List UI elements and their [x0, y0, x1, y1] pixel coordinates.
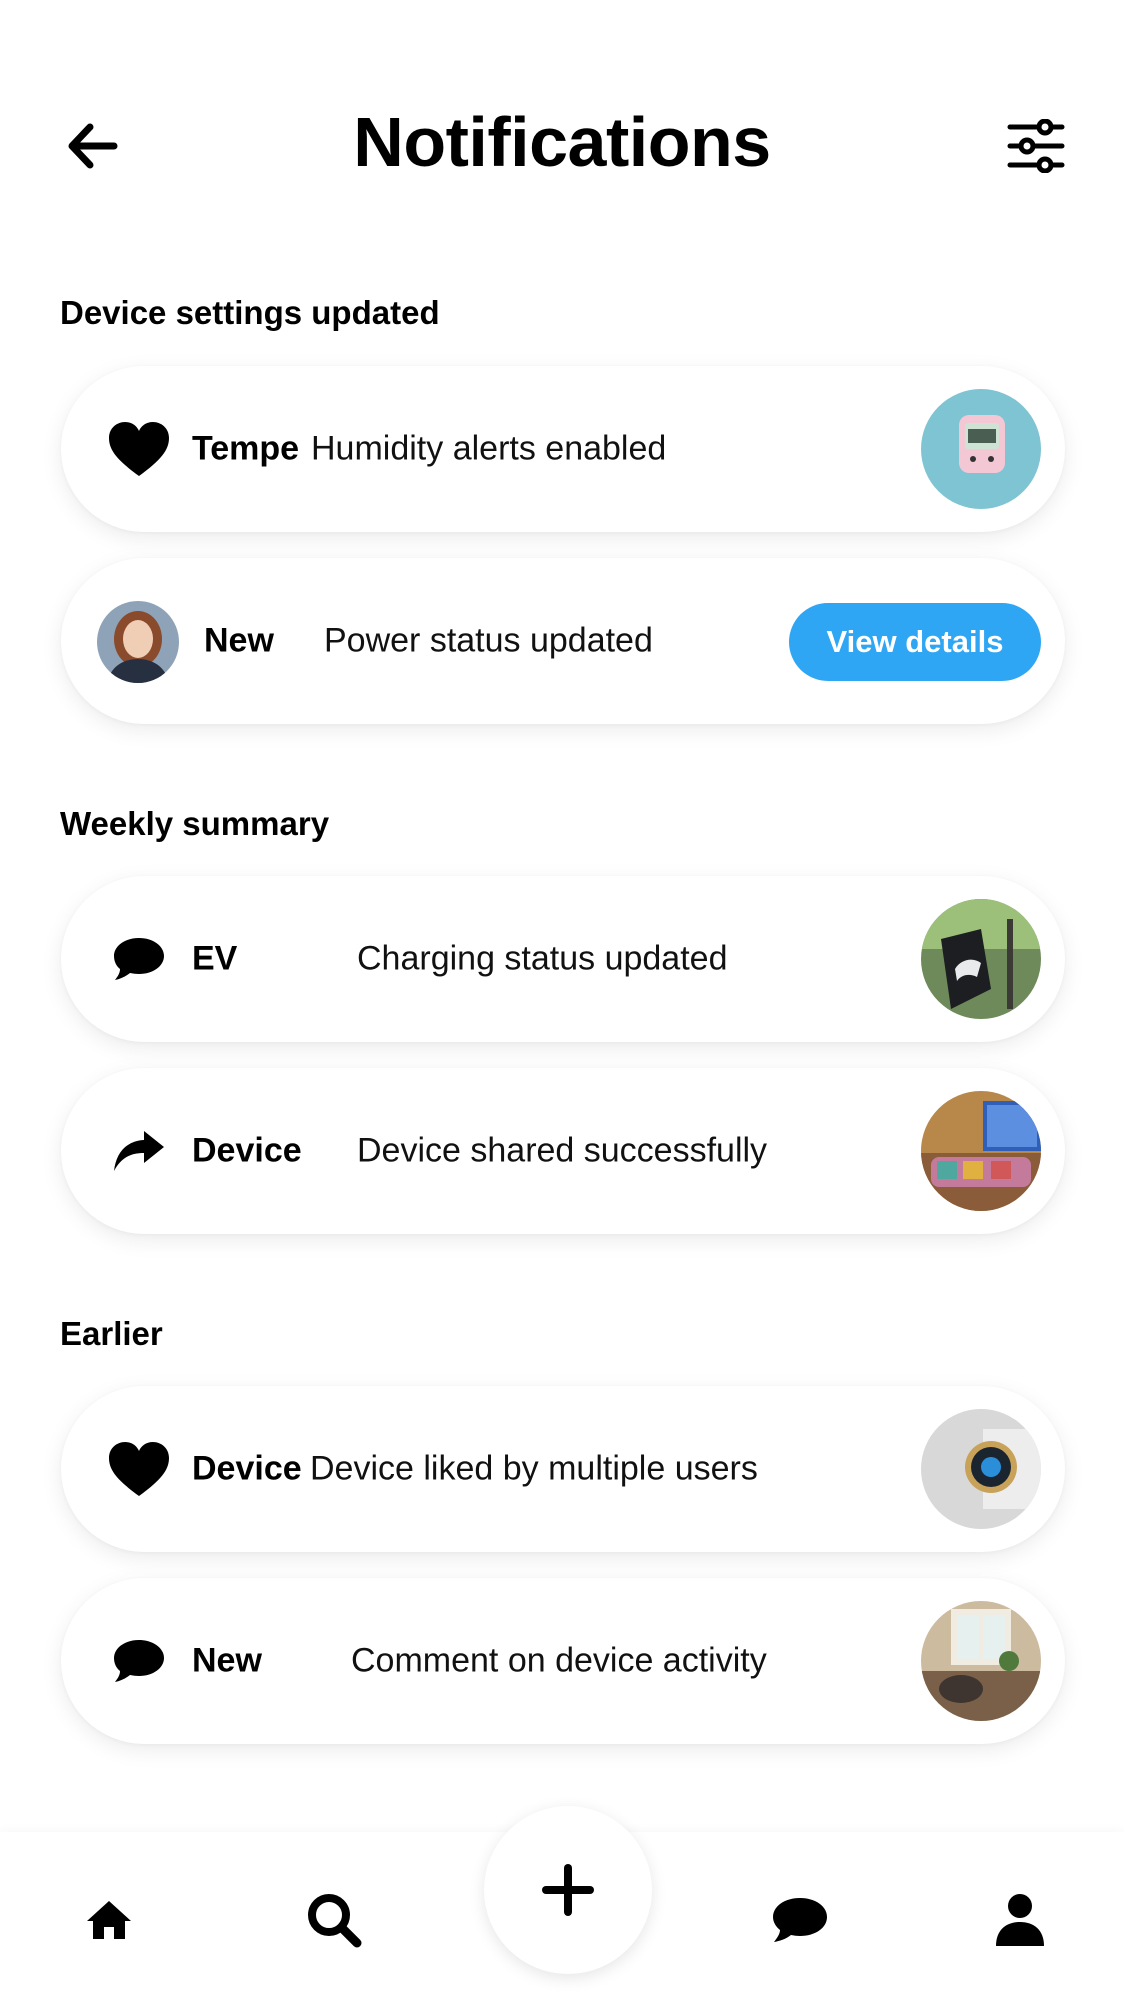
notification-card[interactable]: New Comment on device activity: [61, 1578, 1065, 1744]
sliders-icon: [1007, 119, 1065, 173]
nav-profile-button[interactable]: [984, 1884, 1056, 1956]
ev-charger-photo: [921, 899, 1041, 1019]
share-arrow-icon: [105, 1117, 173, 1185]
heart-icon: [105, 415, 173, 483]
notification-name: Device: [192, 1131, 302, 1170]
home-icon: [87, 1901, 131, 1939]
nav-messages-button[interactable]: [764, 1884, 836, 1956]
user-avatar-photo: [97, 601, 179, 683]
notification-card[interactable]: New Power status updated View details: [61, 558, 1065, 724]
nav-home-button[interactable]: [73, 1884, 145, 1956]
heart-icon: [105, 1435, 173, 1503]
page-title: Notifications: [353, 103, 771, 181]
nav-search-button[interactable]: [298, 1884, 370, 1956]
notification-name: EV: [192, 939, 238, 978]
notification-card[interactable]: Device Device shared successfully: [61, 1068, 1065, 1234]
notification-name: New: [204, 621, 274, 660]
smart-thermostat-photo: [921, 1409, 1041, 1529]
chat-bubble-icon: [773, 1898, 827, 1942]
view-details-button[interactable]: View details: [789, 603, 1041, 681]
notification-name: New: [192, 1641, 262, 1680]
person-icon: [996, 1894, 1044, 1946]
notification-name: Device: [192, 1449, 302, 1488]
thermostat-photo: [921, 389, 1041, 509]
notification-message: Power status updated: [324, 621, 653, 660]
notification-card[interactable]: Tempe Humidity alerts enabled: [61, 366, 1065, 532]
section-title: Device settings updated: [60, 294, 440, 331]
chat-bubble-icon: [105, 1627, 173, 1695]
chat-bubble-icon: [105, 925, 173, 993]
search-icon: [308, 1894, 362, 1948]
notification-name: Tempe: [192, 429, 300, 468]
header: Notifications: [0, 90, 1124, 200]
notification-message: Humidity alerts enabled: [311, 429, 667, 468]
notification-card[interactable]: EV Charging status updated: [61, 876, 1065, 1042]
home-interior-photo: [921, 1601, 1041, 1721]
notification-message: Comment on device activity: [351, 1641, 767, 1680]
section-title: Weekly summary: [60, 805, 330, 842]
filter-button[interactable]: [1000, 114, 1072, 178]
living-room-photo: [921, 1091, 1041, 1211]
notification-message: Charging status updated: [357, 939, 728, 978]
notification-message: Device shared successfully: [357, 1131, 768, 1170]
notification-message: Device liked by multiple users: [310, 1449, 758, 1488]
section-title: Earlier: [60, 1315, 163, 1352]
notifications-screen: Notifications Device settings updated Te…: [0, 0, 1124, 1996]
notification-card[interactable]: Device Device liked by multiple users: [61, 1386, 1065, 1552]
plus-icon: [542, 1864, 594, 1916]
add-button[interactable]: [484, 1806, 652, 1974]
